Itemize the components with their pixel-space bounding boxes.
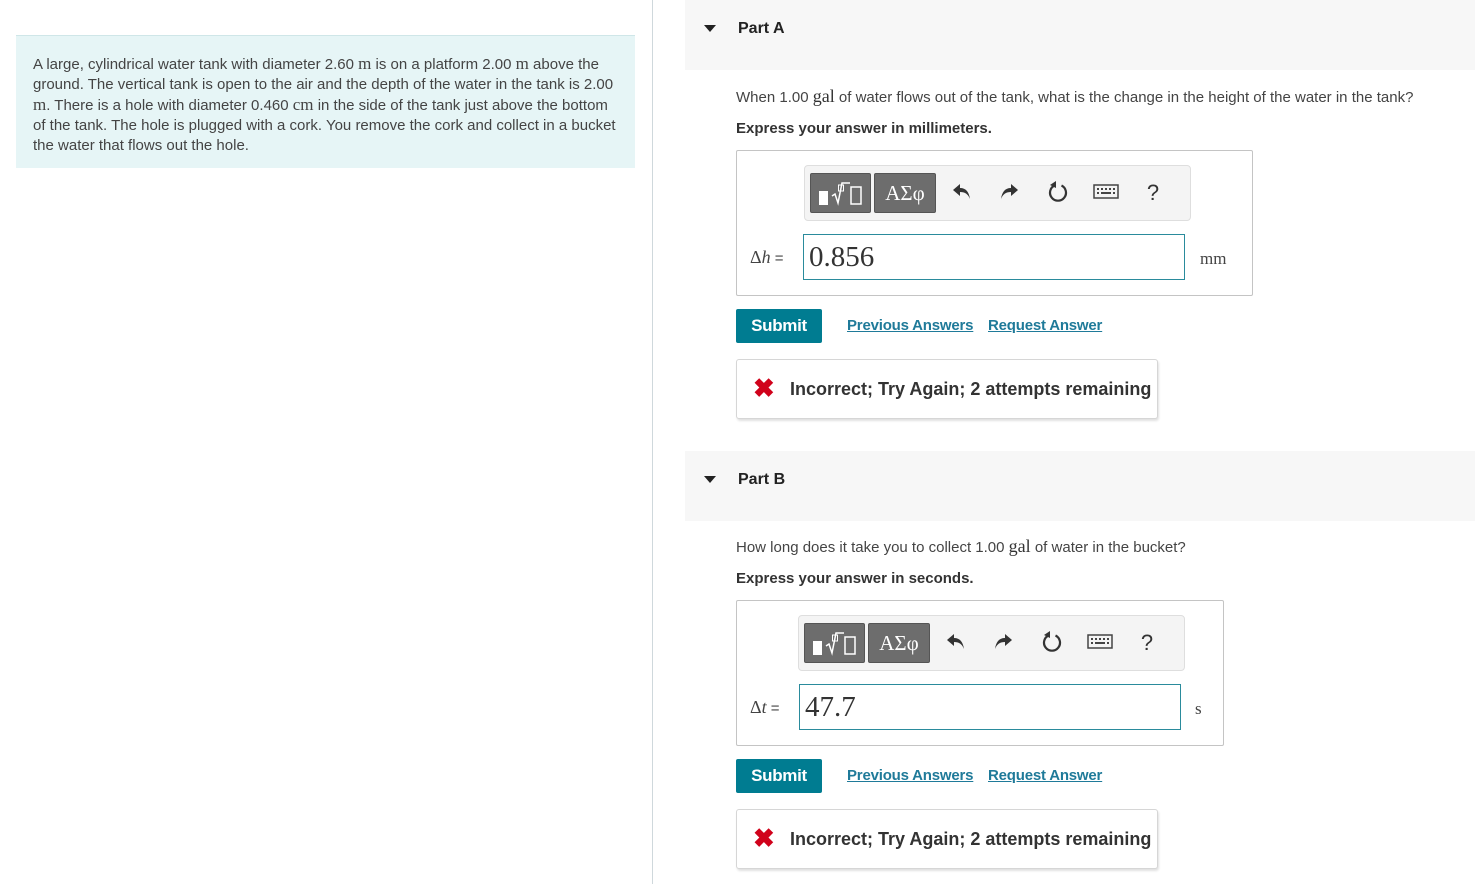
unit-label: s [1195,699,1202,718]
undo-icon[interactable] [949,179,975,207]
part-b-header[interactable]: Part B [685,451,1475,521]
unit-symbol: m [515,54,529,73]
problem-text: A large, cylindrical water tank with dia… [33,56,359,73]
feedback-message: Incorrect; Try Again; 2 attempts remaini… [790,379,1152,399]
feedback-message: Incorrect; Try Again; 2 attempts remaini… [790,829,1152,849]
templates-icon [813,632,856,656]
incorrect-x-icon: ✖ [753,373,775,403]
incorrect-x-icon: ✖ [753,823,775,853]
part-a-title: Part A [738,20,785,37]
help-icon[interactable]: ? [1140,179,1166,207]
help-icon[interactable]: ? [1134,629,1160,657]
part-b-instruction: Express your answer in seconds. [736,570,974,587]
reset-icon[interactable] [1039,629,1065,657]
math-toolbar: ΑΣφ ? [804,165,1191,221]
part-a-question: When 1.00 gal of water flows out of the … [736,86,1414,106]
unit-symbol: cm [292,95,314,114]
submit-button[interactable]: Submit [736,759,822,793]
collapse-triangle-icon[interactable] [704,25,716,32]
part-a-header[interactable]: Part A [685,0,1475,70]
answer-input[interactable]: 0.856 [803,234,1185,280]
previous-answers-link[interactable]: Previous Answers [847,767,974,784]
problem-text: . There is a hole with diameter 0.460 [46,97,293,114]
submit-button[interactable]: Submit [736,309,822,343]
math-toolbar: ΑΣφ ? [798,615,1185,671]
greek-symbols-button[interactable]: ΑΣφ [874,173,936,213]
pane-divider [652,0,653,884]
part-b-question: How long does it take you to collect 1.0… [736,536,1186,556]
redo-icon[interactable] [996,179,1022,207]
feedback-box: ✖ Incorrect; Try Again; 2 attempts remai… [736,809,1158,869]
request-answer-link[interactable]: Request Answer [988,767,1102,784]
greek-symbols-button[interactable]: ΑΣφ [868,623,930,663]
part-a-instruction: Express your answer in millimeters. [736,120,992,137]
answer-input[interactable]: 47.7 [799,684,1181,730]
keyboard-icon[interactable] [1091,179,1121,207]
reset-icon[interactable] [1045,179,1071,207]
feedback-box: ✖ Incorrect; Try Again; 2 attempts remai… [736,359,1158,419]
unit-symbol: m [33,95,47,114]
request-answer-link[interactable]: Request Answer [988,317,1102,334]
delta-h-label: Δh = [750,247,784,267]
part-a-answer-box: ΑΣφ ? Δh = 0.856 mm [736,150,1253,296]
templates-icon [819,182,862,206]
templates-button[interactable] [804,623,865,663]
delta-t-label: Δt = [750,697,780,717]
problem-statement: A large, cylindrical water tank with dia… [16,35,635,168]
collapse-triangle-icon[interactable] [704,476,716,483]
unit-label: mm [1200,249,1227,268]
unit-symbol: m [358,54,372,73]
templates-button[interactable] [810,173,871,213]
problem-text: is on a platform 2.00 [371,56,516,73]
part-b-title: Part B [738,471,786,488]
redo-icon[interactable] [990,629,1016,657]
keyboard-icon[interactable] [1085,629,1115,657]
undo-icon[interactable] [943,629,969,657]
part-b-answer-box: ΑΣφ ? Δt = 47.7 s [736,600,1224,746]
previous-answers-link[interactable]: Previous Answers [847,317,974,334]
